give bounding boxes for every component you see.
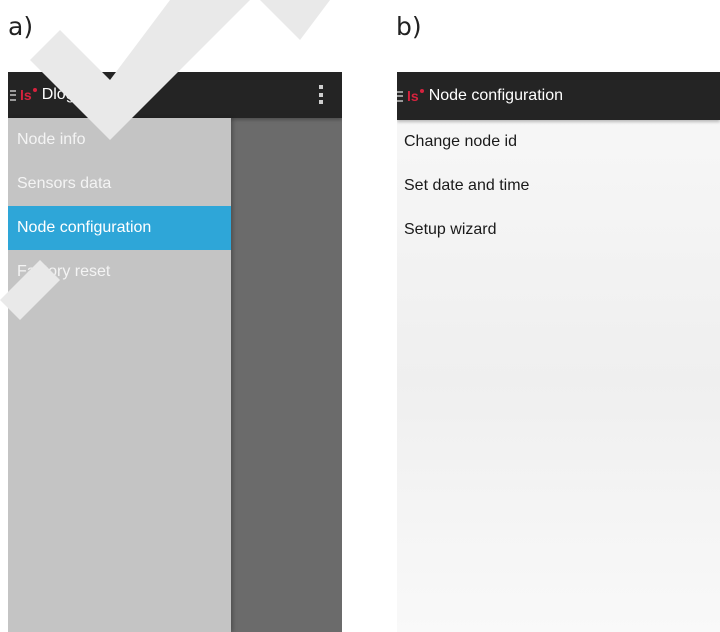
drawer-item-factory-reset[interactable]: Factory reset (8, 250, 231, 294)
panel-a-label: a) (8, 12, 34, 41)
navigation-drawer: Node info Sensors data Node configuratio… (8, 118, 231, 632)
action-bar: ls Dlog (8, 72, 342, 118)
hamburger-icon[interactable] (397, 90, 403, 102)
action-bar: ls Node configuration (397, 72, 720, 120)
brand-logo[interactable]: ls (20, 87, 37, 103)
list-item-setup-wizard[interactable]: Setup wizard (397, 208, 720, 252)
brand-logo[interactable]: ls (407, 88, 424, 104)
screenshot-b: ls Node configuration Change node id Set… (397, 72, 720, 632)
drawer-item-node-configuration[interactable]: Node configuration (8, 206, 231, 250)
drawer-item-sensors-data[interactable]: Sensors data (8, 162, 231, 206)
drawer-item-node-info[interactable]: Node info (8, 118, 231, 162)
screenshot-a: ls Dlog Node info Sensors data Node conf… (8, 72, 342, 632)
app-title: Dlog (41, 86, 75, 103)
config-options-list: Change node id Set date and time Setup w… (397, 120, 720, 252)
overflow-menu-icon[interactable] (319, 85, 323, 104)
list-item-set-date-time[interactable]: Set date and time (397, 164, 720, 208)
panel-b-label: b) (396, 12, 422, 41)
hamburger-icon[interactable] (10, 89, 16, 101)
screen-title: Node configuration (428, 87, 563, 104)
list-item-change-node-id[interactable]: Change node id (397, 120, 720, 164)
